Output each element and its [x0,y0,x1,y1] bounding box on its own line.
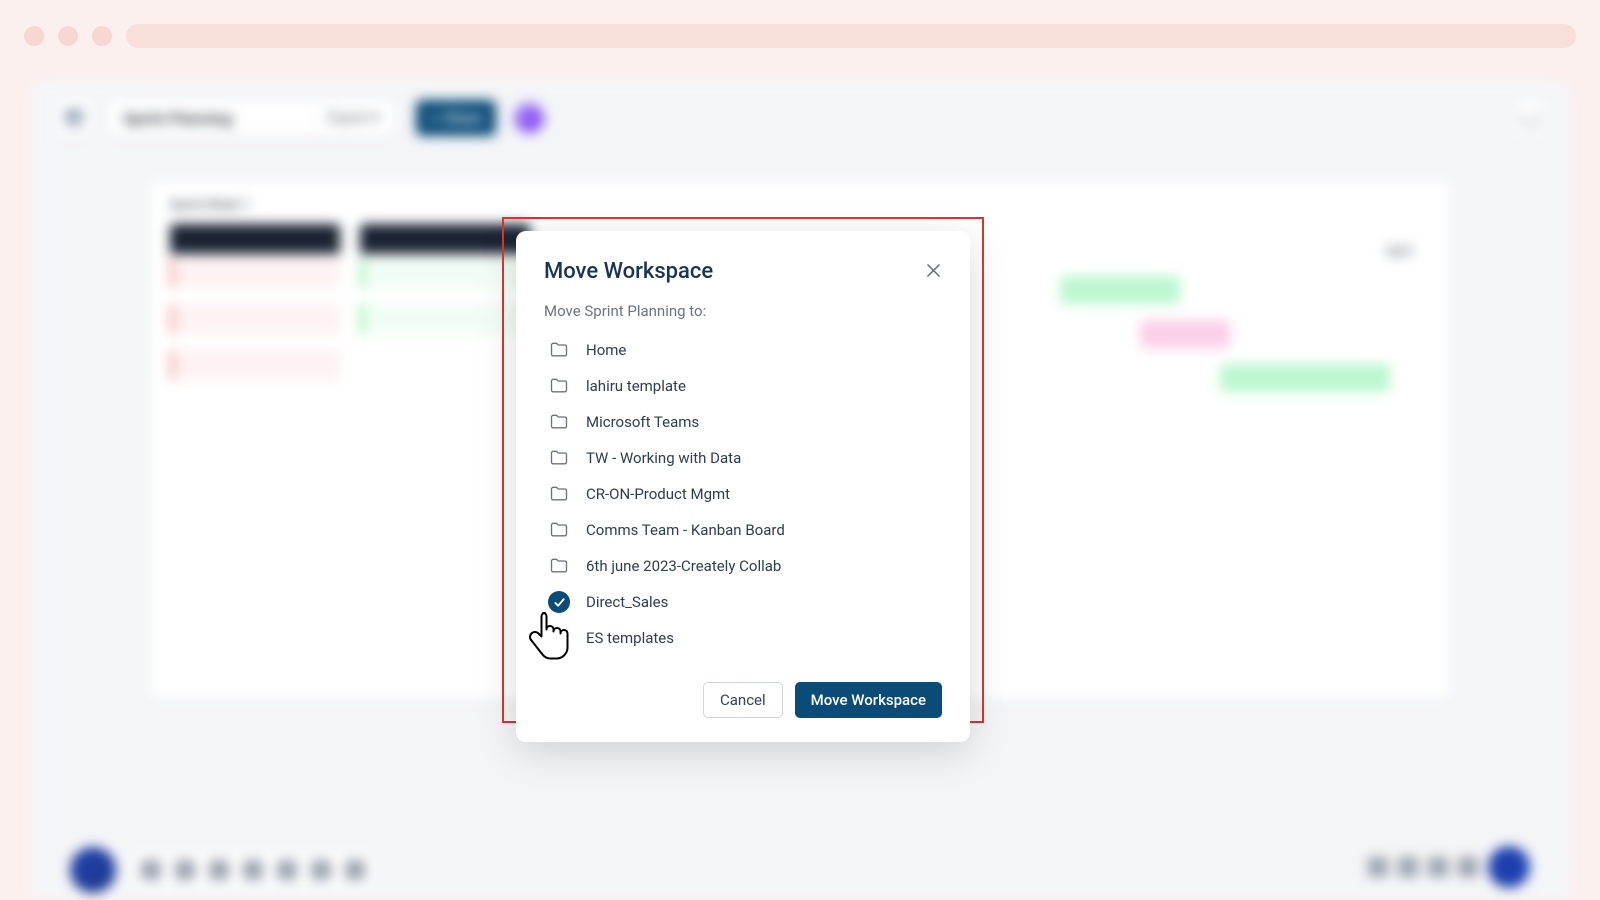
folder-row[interactable]: Home [544,332,942,368]
folder-label: Home [586,341,626,359]
tool-icon[interactable] [243,860,263,880]
close-icon [927,264,940,277]
close-button[interactable] [924,261,942,279]
folder-list: Home lahiru template Microsoft Teams TW - W… [544,332,942,656]
share-button-label: Share [444,109,483,127]
dialog-title: Move Workspace [544,259,713,284]
zoom-icon[interactable] [1398,857,1418,877]
folder-row[interactable]: Comms Team - Kanban Board [544,512,942,548]
tool-icon[interactable] [311,860,331,880]
share-button[interactable]: ● Share [416,100,497,136]
folder-label: 6th june 2023-Creately Collab [586,557,781,575]
folder-row[interactable]: Direct_Sales [544,584,942,620]
folder-label: ES templates [586,629,674,647]
folder-label: Direct_Sales [586,593,668,611]
folder-icon [548,411,570,433]
zoom-icon[interactable] [1368,857,1388,877]
browser-chrome [24,24,1576,48]
folder-label: lahiru template [586,377,686,395]
zoom-icon[interactable] [1428,857,1448,877]
tool-icon[interactable] [141,860,161,880]
tool-icon[interactable] [345,860,365,880]
window-dot [58,26,78,46]
folder-row[interactable]: Microsoft Teams [544,404,942,440]
folder-icon [548,483,570,505]
window-dot [92,26,112,46]
folder-label: TW - Working with Data [586,449,741,467]
zoom-icon[interactable] [1458,857,1478,877]
bottom-toolbar [30,840,1570,900]
folder-icon [548,555,570,577]
help-fab[interactable] [1488,846,1530,888]
tool-icon[interactable] [209,860,229,880]
window-dot [24,26,44,46]
cancel-button[interactable]: Cancel [703,682,783,718]
workspace-title: Sprint Planning [123,109,303,128]
folder-icon [548,627,570,649]
folder-row[interactable]: lahiru template [544,368,942,404]
dialog-subtitle: Move Sprint Planning to: [544,302,942,320]
export-button[interactable]: Export ▾ [328,110,379,126]
folder-row[interactable]: 6th june 2023-Creately Collab [544,548,942,584]
move-workspace-button[interactable]: Move Workspace [795,682,942,718]
canvas-board-label: Sprint Week 1 [170,198,250,213]
folder-icon [548,519,570,541]
menu-button[interactable] [54,98,94,138]
folder-label: CR-ON-Product Mgmt [586,485,730,503]
gantt-month-label: April [1385,244,1412,259]
folder-icon [548,447,570,469]
folder-icon [548,375,570,397]
tool-icon[interactable] [277,860,297,880]
url-bar [126,24,1576,48]
selected-check-icon [548,591,570,613]
folder-row[interactable]: CR-ON-Product Mgmt [544,476,942,512]
folder-row[interactable]: TW - Working with Data [544,440,942,476]
add-fab[interactable] [70,847,116,893]
move-workspace-dialog: Move Workspace Move Sprint Planning to: … [516,231,970,742]
refresh-button[interactable] [1510,98,1550,138]
title-bar: Sprint Planning Export ▾ [106,98,396,138]
folder-icon [548,339,570,361]
avatar[interactable] [514,103,544,133]
tool-icon[interactable] [175,860,195,880]
folder-label: Microsoft Teams [586,413,699,431]
folder-label: Comms Team - Kanban Board [586,521,785,539]
folder-row[interactable]: ES templates [544,620,942,656]
tool-palette [130,851,376,889]
